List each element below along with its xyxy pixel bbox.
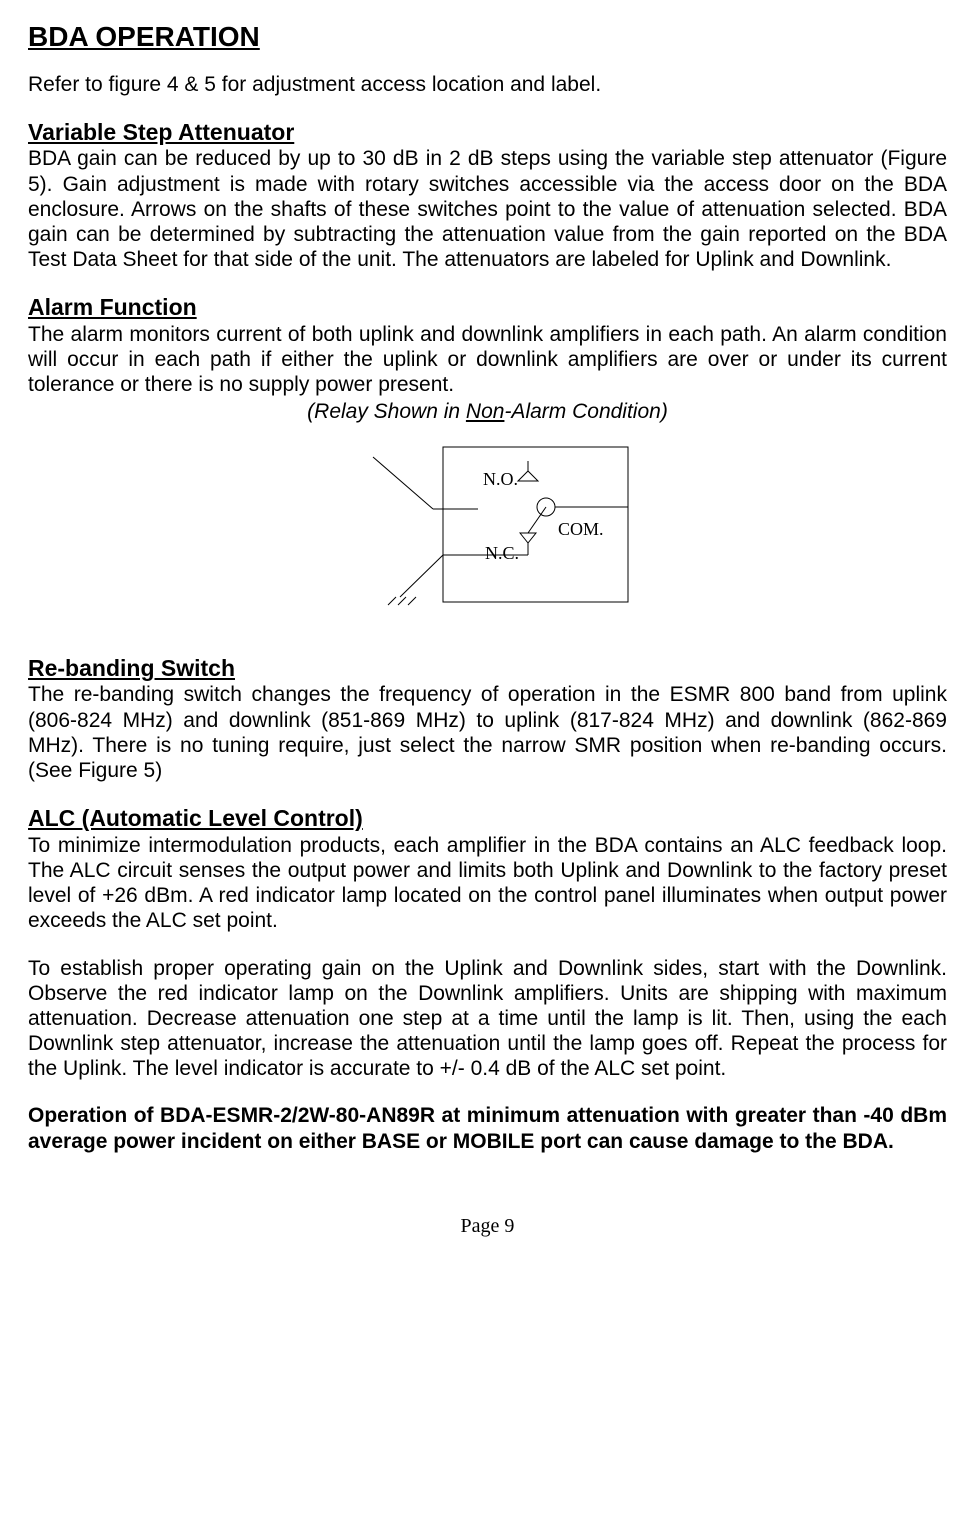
relay-label-nc: N.C. <box>485 543 519 563</box>
relay-caption: (Relay Shown in Non-Alarm Condition) <box>28 399 947 424</box>
caption-prefix: (Relay Shown in <box>307 400 466 423</box>
caption-suffix: -Alarm Condition) <box>504 400 667 423</box>
alc-paragraph-2: To establish proper operating gain on th… <box>28 956 947 1082</box>
intro-paragraph: Refer to figure 4 & 5 for adjustment acc… <box>28 72 947 97</box>
caption-non: Non <box>466 400 505 423</box>
relay-label-no: N.O. <box>483 469 518 489</box>
section-heading-attenuator: Variable Step Attenuator <box>28 119 947 147</box>
alc-warning-paragraph: Operation of BDA-ESMR-2/2W-80-AN89R at m… <box>28 1103 947 1153</box>
relay-schematic-svg: N.O. N.C. COM. <box>328 437 648 627</box>
page-title: BDA OPERATION <box>28 20 947 54</box>
rebanding-paragraph: The re-banding switch changes the freque… <box>28 682 947 783</box>
page-number: Page 9 <box>28 1214 947 1238</box>
section-heading-rebanding: Re-banding Switch <box>28 655 947 683</box>
alarm-paragraph: The alarm monitors current of both uplin… <box>28 322 947 398</box>
section-heading-alarm: Alarm Function <box>28 294 947 322</box>
relay-label-com: COM. <box>558 519 604 539</box>
relay-diagram: N.O. N.C. COM. <box>28 437 947 633</box>
alc-paragraph-1: To minimize intermodulation products, ea… <box>28 833 947 934</box>
attenuator-paragraph: BDA gain can be reduced by up to 30 dB i… <box>28 146 947 272</box>
section-heading-alc: ALC (Automatic Level Control) <box>28 805 947 833</box>
